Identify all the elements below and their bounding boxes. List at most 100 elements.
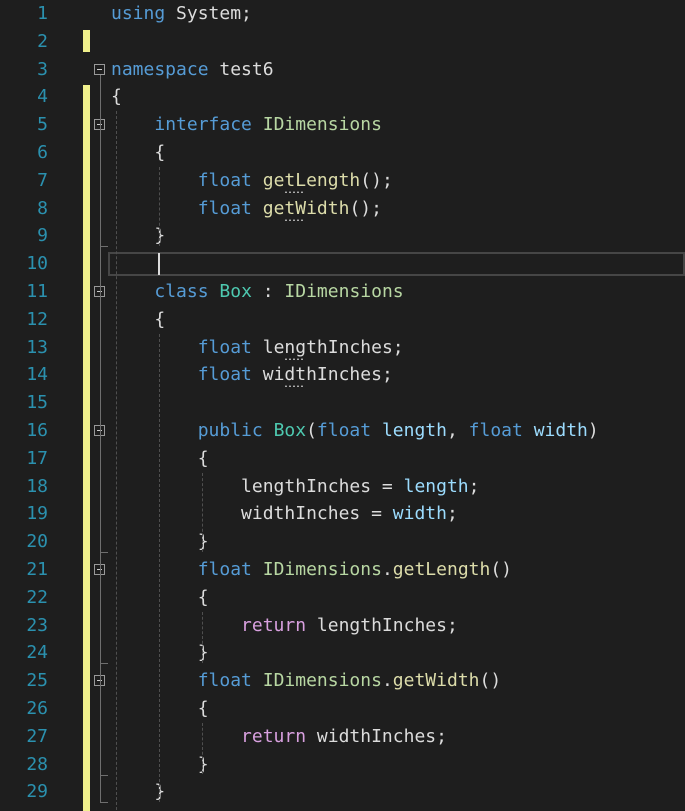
- line-number: 16: [26, 420, 48, 441]
- code-text[interactable]: float IDimensions.getLength(): [111, 556, 512, 584]
- line-number: 3: [37, 58, 48, 80]
- code-editor[interactable]: 1 using System; 2 3 namespace test6 4{5 inter…: [0, 0, 685, 811]
- suggestion-squiggle[interactable]: [283, 385, 306, 388]
- code-line[interactable]: 8 float getWidth();: [0, 195, 685, 223]
- code-line[interactable]: 14 float widthInches;: [0, 361, 685, 389]
- code-token: IDimensions: [262, 670, 382, 692]
- fold-region-line: [100, 436, 101, 553]
- fold-region-line: [100, 686, 101, 775]
- code-line[interactable]: 22 {: [0, 584, 685, 612]
- line-number: 8: [37, 197, 48, 219]
- code-text[interactable]: }: [111, 778, 165, 806]
- line-number: 14: [26, 364, 48, 386]
- code-token: ();: [360, 169, 393, 191]
- fold-region-line: [100, 575, 101, 664]
- code-token: widthInches =: [111, 503, 393, 525]
- code-token: (: [306, 420, 317, 441]
- line-number: 2: [37, 30, 48, 52]
- code-line[interactable]: 6 {: [0, 139, 685, 167]
- indent-guide: [159, 333, 161, 803]
- code-text[interactable]: return widthInches;: [111, 723, 447, 751]
- code-token: {: [111, 308, 166, 330]
- code-token: ();: [349, 197, 382, 219]
- line-number: 17: [26, 447, 48, 469]
- code-line[interactable]: 12 {: [0, 306, 685, 334]
- code-line[interactable]: 15: [0, 389, 685, 417]
- code-line[interactable]: 18 lengthInches = length;: [0, 473, 685, 501]
- code-token: float: [316, 420, 382, 441]
- line-number: 25: [26, 670, 48, 692]
- code-text[interactable]: class Box : IDimensions: [111, 278, 403, 306]
- line-number: 20: [26, 531, 48, 553]
- code-text[interactable]: float getWidth();: [111, 195, 382, 223]
- code-token: float: [197, 169, 263, 191]
- line-number: 11: [26, 281, 48, 302]
- code-text[interactable]: }: [111, 222, 165, 250]
- code-line[interactable]: 26 {: [0, 695, 685, 723]
- code-line[interactable]: 7 float getLength();: [0, 167, 685, 195]
- line-number: 10: [26, 253, 48, 275]
- code-token: getLength: [392, 559, 491, 580]
- code-text[interactable]: float lengthInches;: [111, 334, 404, 362]
- code-token: test6: [219, 58, 274, 80]
- code-token: getWidth: [392, 670, 480, 692]
- code-line[interactable]: 17 {: [0, 445, 685, 473]
- line-number: 21: [26, 559, 48, 580]
- code-token: length: [381, 420, 447, 441]
- suggestion-squiggle[interactable]: [283, 190, 306, 193]
- code-line[interactable]: 10: [0, 250, 685, 278]
- code-line[interactable]: 27 return widthInches;: [0, 723, 685, 751]
- code-text[interactable]: widthInches = width;: [111, 500, 458, 528]
- code-line[interactable]: 23 return lengthInches;: [0, 612, 685, 640]
- fold-region-end: [100, 802, 108, 804]
- code-token: ;: [468, 475, 480, 497]
- code-line[interactable]: 4{: [0, 83, 685, 111]
- code-token: getWidth: [262, 197, 350, 219]
- line-number: 13: [26, 336, 48, 358]
- fold-collapse-icon[interactable]: [94, 63, 105, 75]
- line-number: 4: [37, 86, 48, 108]
- code-token: .: [381, 559, 393, 580]
- code-text[interactable]: float getLength();: [111, 167, 393, 195]
- code-text[interactable]: {: [111, 139, 165, 167]
- fold-region-end: [100, 552, 108, 554]
- code-text[interactable]: interface IDimensions: [111, 111, 382, 139]
- code-text[interactable]: namespace test6: [111, 56, 274, 84]
- line-number: 12: [26, 308, 48, 330]
- code-token: class: [154, 281, 220, 302]
- line-number: 29: [26, 781, 48, 803]
- code-token: }: [111, 225, 166, 247]
- indent-guide: [159, 166, 161, 247]
- code-text[interactable]: {: [111, 83, 122, 111]
- code-line[interactable]: 13 float lengthInches;: [0, 334, 685, 362]
- indent-guide: [202, 611, 204, 664]
- code-text[interactable]: float widthInches;: [111, 361, 393, 389]
- code-token: namespace: [111, 58, 220, 80]
- text-caret: [158, 253, 161, 276]
- suggestion-squiggle[interactable]: [283, 218, 306, 221]
- code-text[interactable]: lengthInches = length;: [111, 473, 479, 501]
- line-number: 27: [26, 725, 48, 747]
- code-token: :: [251, 281, 285, 302]
- code-text[interactable]: {: [111, 306, 165, 334]
- code-text[interactable]: return lengthInches;: [111, 612, 458, 640]
- code-token: float: [197, 197, 263, 219]
- line-number: 1: [37, 3, 48, 24]
- fold-region-end: [100, 663, 108, 665]
- code-token: float: [197, 559, 263, 580]
- line-number: 28: [26, 753, 48, 775]
- code-token: IDimensions: [262, 114, 382, 136]
- code-token: Box: [273, 420, 307, 441]
- code-text[interactable]: using System;: [111, 0, 252, 28]
- code-token: interface: [154, 114, 263, 136]
- code-text[interactable]: public Box(float length, float width): [111, 417, 599, 445]
- code-line[interactable]: 1 using System;: [0, 0, 685, 28]
- code-line[interactable]: 2: [0, 28, 685, 56]
- code-text[interactable]: float IDimensions.getWidth(): [111, 667, 501, 695]
- code-line[interactable]: 19 widthInches = width;: [0, 500, 685, 528]
- suggestion-squiggle[interactable]: [283, 357, 306, 360]
